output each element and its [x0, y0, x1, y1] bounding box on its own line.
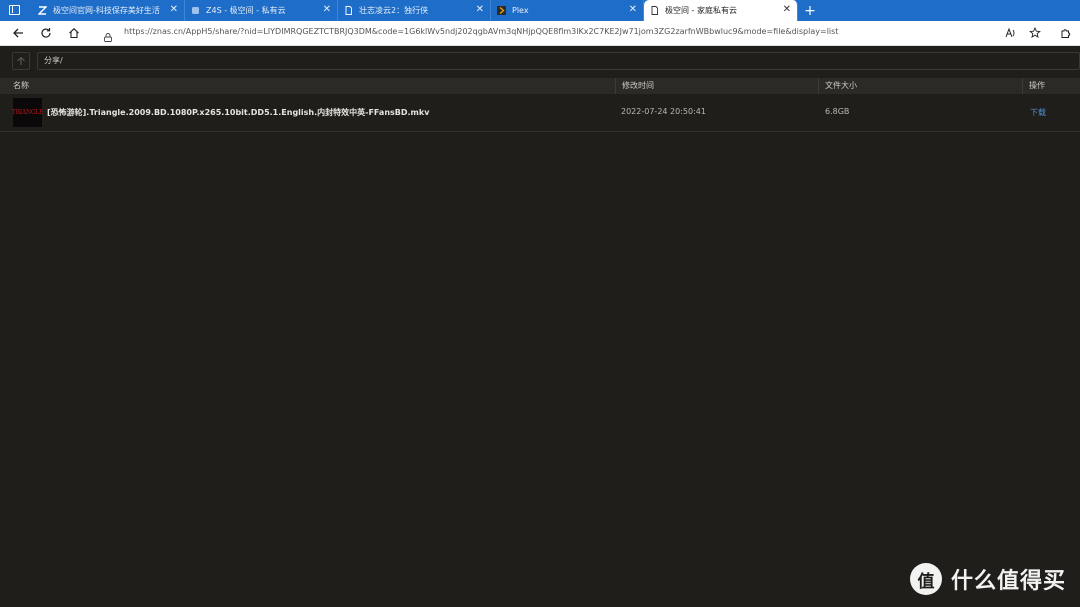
tab-title: 极空间 - 家庭私有云	[665, 6, 737, 15]
close-icon[interactable]: ✕	[783, 4, 791, 15]
new-tab-button[interactable]: +	[801, 0, 819, 21]
column-header-modified[interactable]: 修改时间	[615, 78, 815, 94]
watermark: 值 什么值得买	[910, 563, 1066, 595]
url-field[interactable]: https://znas.cn/AppH5/share/?nid=LIYDIMR…	[124, 27, 838, 36]
file-size: 6.8GB	[825, 107, 850, 116]
close-icon[interactable]: ✕	[629, 4, 637, 15]
document-icon	[650, 6, 659, 15]
download-link[interactable]: 下载	[1030, 107, 1046, 118]
home-icon[interactable]	[66, 25, 82, 41]
arrow-up-icon	[17, 56, 25, 65]
tab-title: Plex	[512, 6, 529, 15]
tab-plex[interactable]: Plex ✕	[491, 0, 644, 21]
column-header-size[interactable]: 文件大小	[818, 78, 1018, 94]
address-bar: https://znas.cn/AppH5/share/?nid=LIYDIMR…	[0, 21, 1080, 46]
document-icon	[344, 6, 353, 15]
file-name[interactable]: [恐怖游轮].Triangle.2009.BD.1080P.x265.10bit…	[47, 107, 429, 118]
tab-title: Z4S - 极空间 - 私有云	[206, 6, 286, 15]
page-icon	[191, 6, 200, 15]
tab-top-gun[interactable]: 壮志凌云2：独行侠 ✕	[338, 0, 491, 21]
watermark-text: 什么值得买	[951, 569, 1067, 594]
back-icon[interactable]	[10, 25, 26, 41]
file-modified-time: 2022-07-24 20:50:41	[621, 107, 706, 116]
tab-znas-share[interactable]: 极空间 - 家庭私有云 ✕	[644, 0, 798, 21]
tab-z4s[interactable]: Z4S - 极空间 - 私有云 ✕	[185, 0, 338, 21]
close-icon[interactable]: ✕	[170, 4, 178, 15]
extensions-icon[interactable]	[1058, 25, 1074, 41]
path-input[interactable]: 分享/	[37, 52, 1080, 70]
up-arrow-button[interactable]	[12, 52, 30, 70]
smzdm-logo-icon: 值	[910, 563, 942, 595]
znas-icon	[38, 6, 47, 15]
close-icon[interactable]: ✕	[323, 4, 331, 15]
tab-title: 壮志凌云2：独行侠	[359, 6, 429, 15]
table-row[interactable]: TRIANGLE [恐怖游轮].Triangle.2009.BD.1080P.x…	[0, 94, 1080, 132]
path-bar: 分享/	[0, 46, 1080, 78]
file-table-header: 名称 修改时间 文件大小 操作	[0, 78, 1080, 94]
plex-icon	[497, 6, 506, 15]
tab-title: 极空间官网-科技保存美好生活	[53, 6, 160, 15]
favorites-icon[interactable]	[1027, 25, 1043, 41]
lock-icon[interactable]	[104, 27, 112, 42]
column-header-action: 操作	[1022, 78, 1080, 94]
tab-strip: 极空间官网-科技保存美好生活 ✕ Z4S - 极空间 - 私有云 ✕ 壮志凌云2…	[0, 0, 1080, 21]
tab-znas-official[interactable]: 极空间官网-科技保存美好生活 ✕	[32, 0, 185, 21]
close-icon[interactable]: ✕	[476, 4, 484, 15]
thumbnail-text: TRIANGLE	[11, 109, 44, 116]
refresh-icon[interactable]	[38, 25, 54, 41]
read-aloud-icon[interactable]	[1003, 25, 1019, 41]
file-thumbnail: TRIANGLE	[11, 98, 44, 127]
column-header-name[interactable]: 名称	[7, 78, 29, 94]
tab-actions-icon[interactable]	[9, 5, 20, 15]
